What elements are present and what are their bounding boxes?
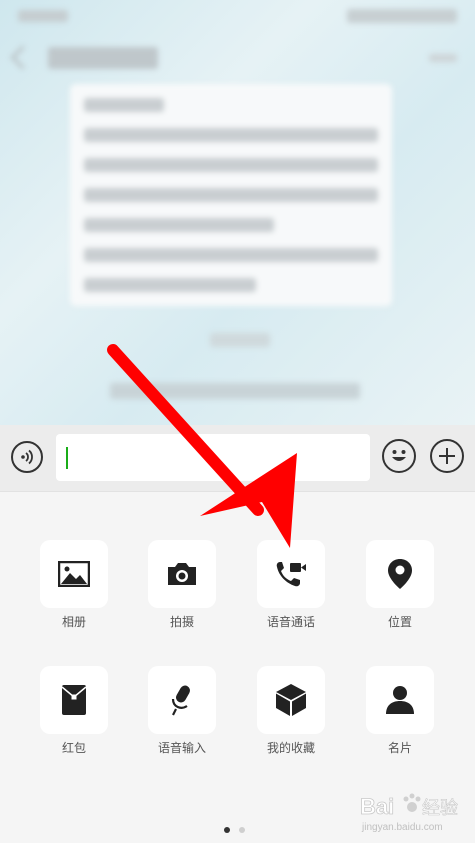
voice-input-panel-button[interactable]: [148, 666, 216, 734]
input-bar: [0, 425, 475, 492]
location-label: 位置: [387, 615, 412, 629]
favorites-label: 我的收藏: [266, 741, 315, 755]
favorites-button[interactable]: [257, 666, 325, 734]
status-bar: [0, 0, 475, 34]
red-packet-label: 红包: [61, 741, 86, 755]
contact-card-label: 名片: [387, 741, 412, 755]
message-line: [84, 218, 274, 232]
message-line: [84, 98, 164, 112]
text-caret: [66, 447, 68, 469]
image-icon: [58, 561, 90, 587]
message-line: [84, 278, 256, 292]
page-dot-inactive[interactable]: [239, 827, 245, 833]
camera-icon: [168, 563, 196, 585]
system-message: [110, 383, 360, 399]
camera-button[interactable]: [148, 540, 216, 608]
contact-card-button[interactable]: [366, 666, 434, 734]
location-pin-icon: [388, 559, 412, 589]
page-indicator[interactable]: [224, 818, 254, 837]
message-line: [84, 128, 378, 142]
page-dot-active[interactable]: [224, 827, 230, 833]
album-label: 相册: [61, 615, 86, 629]
red-packet-button[interactable]: [40, 666, 108, 734]
baidu-logo-icon: Bai 经验 jingyan.baidu.com: [360, 793, 458, 833]
svg-text:jingyan.baidu.com: jingyan.baidu.com: [361, 822, 443, 833]
voice-call-label: 语音通话: [266, 615, 315, 629]
svg-text:Bai: Bai: [360, 794, 394, 819]
message-input[interactable]: [56, 434, 370, 481]
cube-icon: [276, 684, 306, 716]
emoji-button[interactable]: [382, 439, 416, 473]
voice-input-label: 语音输入: [157, 741, 206, 755]
voice-call-button[interactable]: [257, 540, 325, 608]
smiley-icon: [392, 450, 406, 461]
location-button[interactable]: [366, 540, 434, 608]
chat-area-blurred: [0, 0, 475, 425]
baidu-watermark: Bai 经验 jingyan.baidu.com: [360, 790, 470, 835]
timestamp: [210, 333, 270, 347]
chat-title: [48, 47, 158, 69]
camera-label: 拍摄: [169, 615, 194, 629]
red-packet-icon: [61, 685, 87, 715]
message-line: [84, 158, 378, 172]
message-line: [84, 248, 378, 262]
status-time: [18, 10, 68, 22]
microphone-icon: [171, 685, 190, 716]
video-call-icon: [276, 562, 306, 587]
message-line: [84, 188, 378, 202]
album-button[interactable]: [40, 540, 108, 608]
person-card-icon: [386, 686, 414, 714]
voice-wave-icon: [21, 449, 33, 465]
svg-text:经验: 经验: [422, 798, 458, 819]
more-functions-button[interactable]: [430, 439, 464, 473]
more-icon[interactable]: [429, 54, 457, 62]
status-icons: [347, 9, 457, 23]
voice-input-button[interactable]: [11, 441, 43, 473]
back-arrow-icon[interactable]: [10, 45, 35, 70]
chat-titlebar: [0, 34, 475, 86]
